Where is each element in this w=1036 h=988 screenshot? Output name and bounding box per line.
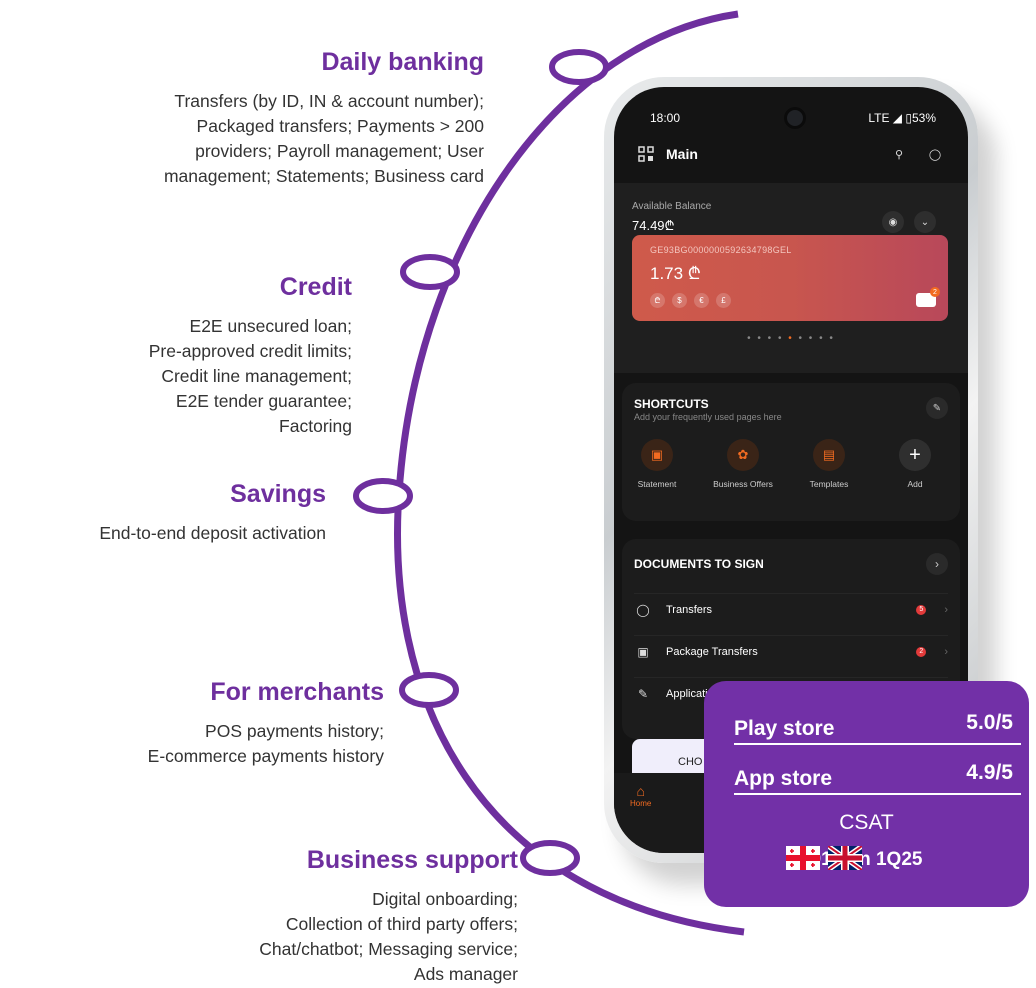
- doc-badge: 2: [916, 646, 927, 657]
- play-store-label: Play store: [734, 717, 835, 740]
- nav-home[interactable]: ⌂ Home: [630, 783, 651, 808]
- play-store-value: 5.0/5: [966, 711, 1013, 734]
- feature-line: Chat/chatbot; Messaging service;: [259, 939, 518, 959]
- templates-icon: ▤: [813, 439, 845, 471]
- feature-merchants: For merchants POS payments history; E-co…: [44, 678, 384, 769]
- feature-title: Savings: [230, 480, 326, 508]
- doc-label: Transfers: [666, 603, 713, 616]
- feature-credit: Credit E2E unsecured loan; Pre-approved …: [32, 273, 352, 439]
- feature-line: POS payments history;: [205, 721, 384, 741]
- doc-label: Package Transfers: [666, 645, 758, 658]
- feature-business-support: Business support Digital onboarding; Col…: [118, 846, 518, 987]
- feature-title: Daily banking: [321, 48, 484, 76]
- header-title: Main: [666, 146, 698, 162]
- shortcuts-title: SHORTCUTS: [634, 397, 709, 411]
- feature-daily-banking: Daily banking Transfers (by ID, IN & acc…: [24, 48, 484, 189]
- status-time: 18:00: [650, 111, 681, 125]
- package-icon: ▣: [637, 644, 649, 659]
- doc-badge: 5: [916, 604, 927, 615]
- feature-line: Factoring: [279, 416, 352, 436]
- feature-title: Credit: [279, 273, 352, 301]
- feature-line: management; Statements; Business card: [163, 166, 484, 186]
- status-indicators: LTE ◢ ▯53%: [868, 111, 936, 125]
- card-badge: 2: [930, 287, 940, 297]
- feature-title: Business support: [306, 846, 518, 874]
- balance-label: Available Balance: [632, 201, 712, 212]
- carousel-dots[interactable]: • • • • • • • • •: [614, 333, 968, 344]
- feature-line: Credit line management;: [161, 366, 352, 386]
- account-card[interactable]: GE93BG0000000592634798GEL 1.73 ₾ ₾ $ € £…: [632, 235, 948, 321]
- chevron-right-icon[interactable]: ›: [926, 553, 948, 575]
- shortcut-statement[interactable]: ▣ Statement: [622, 439, 692, 489]
- qr-menu-icon[interactable]: [638, 146, 654, 162]
- feature-title: For merchants: [210, 678, 384, 706]
- csat-label: CSAT: [839, 811, 894, 834]
- shortcut-label: Business Offers: [713, 479, 773, 489]
- feature-line: Transfers (by ID, IN & account number);: [174, 91, 484, 111]
- shortcut-add[interactable]: + Add: [880, 439, 950, 489]
- home-icon: ⌂: [636, 783, 645, 799]
- feature-line: Pre-approved credit limits;: [148, 341, 352, 361]
- feature-line: E2E tender guarantee;: [175, 391, 352, 411]
- camera-icon: [784, 107, 806, 129]
- feature-line: Digital onboarding;: [372, 889, 518, 909]
- eye-icon[interactable]: ◉: [882, 211, 904, 233]
- nav-home-label: Home: [630, 799, 652, 808]
- feature-savings: Savings End-to-end deposit activation: [6, 480, 326, 546]
- feature-line: E2E unsecured loan;: [189, 316, 352, 336]
- csat-value: 91% in 1Q25: [810, 849, 923, 870]
- feature-line: providers; Payroll management; User: [195, 141, 484, 161]
- edit-doc-icon: ✎: [637, 686, 649, 701]
- shortcut-label: Templates: [809, 479, 849, 489]
- rating-play-store: Play store 5.0/5: [734, 711, 1021, 745]
- app-store-label: App store: [734, 767, 833, 790]
- shortcut-templates[interactable]: ▤ Templates: [794, 439, 864, 489]
- chevron-down-icon[interactable]: ⌄: [914, 211, 936, 233]
- arc-node-merchants: [399, 672, 459, 708]
- arc-node-business-support: [520, 840, 580, 876]
- app-header: Main ⚲ ◯: [638, 141, 946, 167]
- plus-icon: +: [899, 439, 931, 471]
- currency-lari[interactable]: ₾: [650, 293, 665, 308]
- georgia-flag-icon: [786, 846, 820, 870]
- shortcut-business-offers[interactable]: ✿ Business Offers: [708, 439, 778, 489]
- search-icon[interactable]: ⚲: [888, 143, 910, 165]
- card-iban: GE93BG0000000592634798GEL: [650, 245, 792, 255]
- feature-line: Collection of third party offers;: [285, 914, 518, 934]
- shortcut-label: Statement: [637, 479, 677, 489]
- chevron-right-icon: ›: [944, 603, 948, 616]
- statement-icon: ▣: [641, 439, 673, 471]
- doc-row-transfers[interactable]: ◯ Transfers 5 ›: [634, 593, 948, 625]
- chevron-right-icon: ›: [944, 645, 948, 658]
- feature-line: End-to-end deposit activation: [99, 523, 326, 543]
- doc-row-package-transfers[interactable]: ▣ Package Transfers 2 ›: [634, 635, 948, 667]
- feature-line: E-commerce payments history: [147, 746, 384, 766]
- rating-app-store: App store 4.9/5: [734, 761, 1021, 795]
- arc-node-daily-banking: [549, 49, 609, 85]
- arc-node-savings: [353, 478, 413, 514]
- currency-eur[interactable]: €: [694, 293, 709, 308]
- card-amount: 1.73 ₾: [650, 264, 701, 283]
- shortcuts-panel: SHORTCUTS Add your frequently used pages…: [622, 383, 960, 521]
- documents-title: DOCUMENTS TO SIGN: [634, 557, 764, 571]
- feature-line: Ads manager: [413, 964, 518, 984]
- arc-node-credit: [400, 254, 460, 290]
- shortcuts-subtitle: Add your frequently used pages here: [634, 412, 782, 422]
- ratings-box: Play store 5.0/5 App store 4.9/5 CSAT 91…: [704, 681, 1029, 907]
- offers-icon: ✿: [727, 439, 759, 471]
- uk-flag-icon: [828, 846, 862, 870]
- shortcut-label: Add: [907, 479, 923, 489]
- currency-gbp[interactable]: £: [716, 293, 731, 308]
- feature-line: Packaged transfers; Payments > 200: [196, 116, 484, 136]
- balance-value: 74.49₾: [632, 218, 675, 233]
- chat-icon[interactable]: ◯: [924, 143, 946, 165]
- globe-icon: ◯: [636, 602, 650, 617]
- currency-usd[interactable]: $: [672, 293, 687, 308]
- app-store-value: 4.9/5: [966, 761, 1013, 784]
- edit-icon[interactable]: ✎: [926, 397, 948, 419]
